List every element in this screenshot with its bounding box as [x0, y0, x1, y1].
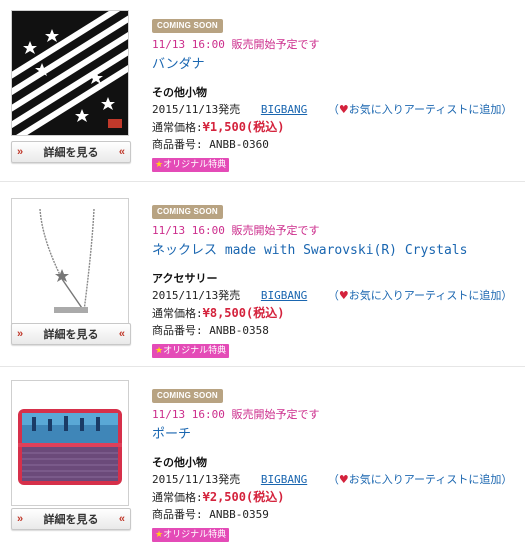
release-line: 2015/11/13発売 BIGBANG （♥お気に入りアーティストに追加）: [152, 471, 525, 487]
price-line: 通常価格:¥2,500(税込): [152, 488, 525, 505]
star-icon: ★: [155, 346, 164, 356]
star-icon: ★: [155, 530, 164, 540]
release-date: 2015/11/13発売: [152, 473, 241, 486]
detail-button-label: 詳細を見る: [43, 514, 99, 526]
double-arrow-right-icon: »: [17, 328, 24, 340]
price-value: ¥1,500(税込): [202, 120, 285, 134]
product-number-label: 商品番号:: [152, 138, 203, 151]
product-image-pouch[interactable]: [11, 380, 129, 506]
double-arrow-right-icon: »: [17, 146, 24, 158]
original-bonus-badge: ★オリジナル特典: [152, 344, 230, 358]
product-number-line: 商品番号: ANBB-0360: [152, 136, 525, 152]
double-arrow-left-icon: «: [118, 513, 125, 525]
product-number-label: 商品番号:: [152, 508, 203, 521]
product-number: ANBB-0360: [209, 138, 269, 151]
release-date: 2015/11/13発売: [152, 289, 241, 302]
heart-icon: ♥: [338, 289, 349, 302]
product-number: ANBB-0358: [209, 324, 269, 337]
product-name[interactable]: ポーチ: [152, 423, 525, 442]
product-info: COMING SOON 11/13 16:00 販売開始予定です バンダナ その…: [152, 13, 525, 172]
pouch-image: [12, 381, 128, 505]
coming-soon-badge: COMING SOON: [152, 205, 223, 219]
product-number-line: 商品番号: ANBB-0359: [152, 506, 525, 522]
release-note: 11/13 16:00 販売開始予定です: [152, 38, 320, 51]
detail-button[interactable]: » 詳細を見る «: [11, 508, 131, 530]
product-name[interactable]: バンダナ: [152, 53, 525, 72]
double-arrow-left-icon: «: [118, 146, 125, 158]
add-favorite-link[interactable]: （♥お気に入りアーティストに追加）: [328, 103, 513, 116]
artist-link[interactable]: BIGBANG: [261, 473, 307, 486]
product-name[interactable]: ネックレス made with Swarovski(R) Crystals: [152, 239, 525, 258]
product-category: その他小物: [152, 86, 207, 99]
add-favorite-link[interactable]: （♥お気に入りアーティストに追加）: [328, 473, 513, 486]
star-icon: ★: [155, 160, 164, 170]
product-info: COMING SOON 11/13 16:00 販売開始予定です ポーチ その他…: [152, 383, 525, 542]
original-bonus-badge: ★オリジナル特典: [152, 158, 230, 172]
release-line: 2015/11/13発売 BIGBANG （♥お気に入りアーティストに追加）: [152, 101, 525, 117]
price-value: ¥8,500(税込): [202, 306, 285, 320]
product-number-label: 商品番号:: [152, 324, 203, 337]
artist-link[interactable]: BIGBANG: [261, 289, 307, 302]
price-value: ¥2,500(税込): [202, 490, 285, 504]
original-bonus-label: オリジナル特典: [163, 530, 227, 540]
detail-button[interactable]: » 詳細を見る «: [11, 323, 131, 345]
product-info: COMING SOON 11/13 16:00 販売開始予定です ネックレス m…: [152, 199, 525, 358]
original-bonus-label: オリジナル特典: [163, 346, 227, 356]
detail-button-label: 詳細を見る: [43, 147, 99, 159]
release-note: 11/13 16:00 販売開始予定です: [152, 408, 320, 421]
heart-icon: ♥: [338, 103, 349, 116]
price-line: 通常価格:¥1,500(税込): [152, 118, 525, 135]
price-label: 通常価格:: [152, 121, 203, 134]
price-label: 通常価格:: [152, 491, 203, 504]
product-image-necklace[interactable]: [11, 198, 129, 324]
favorite-link-label: お気に入りアーティストに追加: [348, 289, 502, 302]
artist-link[interactable]: BIGBANG: [261, 103, 307, 116]
product-category: アクセサリー: [152, 272, 218, 285]
divider: [0, 366, 525, 367]
bandana-image: [12, 11, 128, 135]
original-bonus-label: オリジナル特典: [163, 160, 227, 170]
detail-button-label: 詳細を見る: [43, 329, 99, 341]
heart-icon: ♥: [338, 473, 349, 486]
favorite-link-label: お気に入りアーティストに追加: [348, 473, 502, 486]
detail-button[interactable]: » 詳細を見る «: [11, 141, 131, 163]
product-number-line: 商品番号: ANBB-0358: [152, 322, 525, 338]
divider: [0, 181, 525, 182]
add-favorite-link[interactable]: （♥お気に入りアーティストに追加）: [328, 289, 513, 302]
product-image-bandana[interactable]: [11, 10, 129, 136]
price-line: 通常価格:¥8,500(税込): [152, 304, 525, 321]
coming-soon-badge: COMING SOON: [152, 19, 223, 33]
product-category: その他小物: [152, 456, 207, 469]
original-bonus-badge: ★オリジナル特典: [152, 528, 230, 542]
release-note: 11/13 16:00 販売開始予定です: [152, 224, 320, 237]
double-arrow-right-icon: »: [17, 513, 24, 525]
favorite-link-label: お気に入りアーティストに追加: [348, 103, 502, 116]
release-date: 2015/11/13発売: [152, 103, 241, 116]
release-line: 2015/11/13発売 BIGBANG （♥お気に入りアーティストに追加）: [152, 287, 525, 303]
double-arrow-left-icon: «: [118, 328, 125, 340]
price-label: 通常価格:: [152, 307, 203, 320]
product-number: ANBB-0359: [209, 508, 269, 521]
necklace-image: [12, 199, 128, 323]
coming-soon-badge: COMING SOON: [152, 389, 223, 403]
